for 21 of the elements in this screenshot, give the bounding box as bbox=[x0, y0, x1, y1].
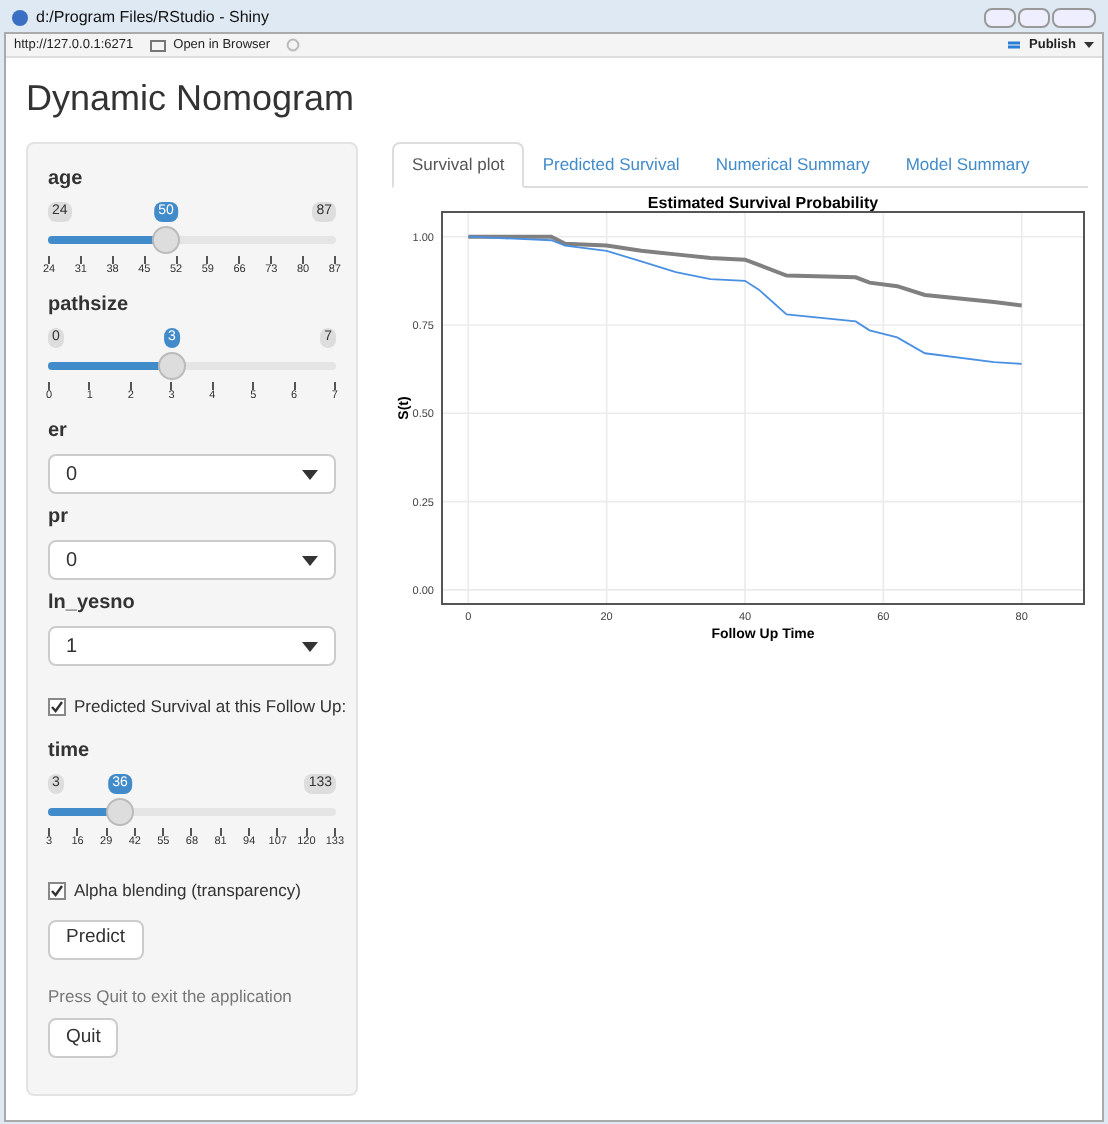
chart-title: Estimated Survival Probability bbox=[647, 194, 879, 212]
tab[interactable]: Survival plot bbox=[392, 142, 525, 188]
slider-label: time bbox=[48, 737, 92, 766]
slider-label: pathsize bbox=[48, 292, 131, 320]
action-button[interactable]: Predict bbox=[48, 919, 144, 959]
help-text: Press Quit to exit the application bbox=[48, 983, 294, 1009]
window-title: d:/Program Files/RStudio - Shiny bbox=[36, 5, 269, 29]
action-button[interactable]: Quit bbox=[48, 1018, 119, 1059]
tab[interactable]: Predicted Survival bbox=[524, 142, 698, 186]
checkbox-label: Alpha blending (transparency) bbox=[74, 877, 301, 903]
select-field[interactable]: 0 bbox=[48, 454, 336, 494]
select-label: pr bbox=[48, 504, 70, 532]
checkbox-label: Predicted Survival at this Follow Up: bbox=[74, 694, 347, 720]
select-field[interactable]: 1 bbox=[48, 626, 336, 666]
tab[interactable]: Numerical Summary bbox=[697, 142, 888, 186]
select-field[interactable]: 0 bbox=[48, 540, 336, 580]
tab[interactable]: Model Summary bbox=[887, 142, 1048, 186]
app-title: Dynamic Nomogram bbox=[26, 76, 357, 122]
slider-label: age bbox=[48, 166, 85, 194]
select-label: ln_yesno bbox=[48, 590, 137, 618]
select-label: er bbox=[48, 418, 69, 446]
